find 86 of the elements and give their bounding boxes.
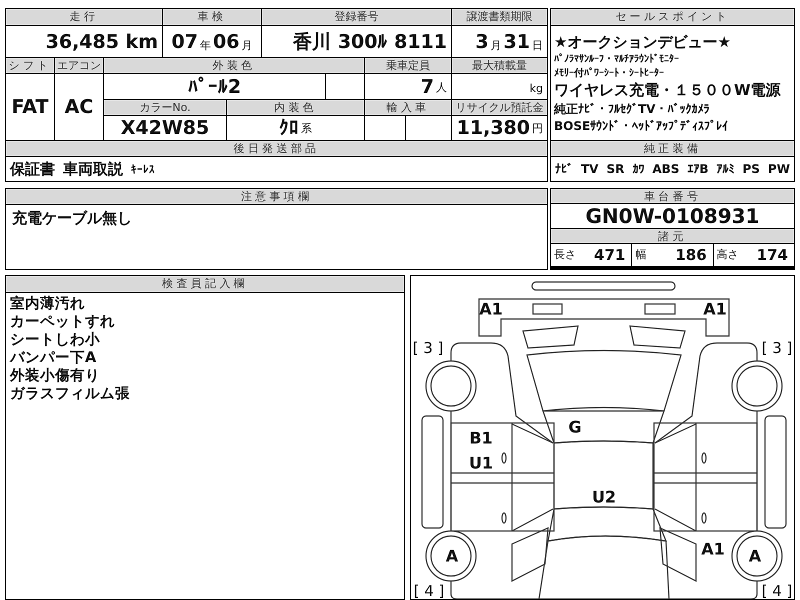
- field-label: 輸入車: [365, 100, 451, 115]
- field-label: 走行: [6, 9, 162, 25]
- field-label: 内装色: [227, 100, 364, 115]
- unit-label: 日: [532, 38, 543, 54]
- sales-point-line: BOSEｻｳﾝﾄﾞ・ﾍｯﾄﾞｱｯﾌﾟﾃﾞｨｽﾌﾟﾚｲ: [554, 119, 730, 133]
- field-value: 香川 300ﾙ 8111: [293, 30, 447, 54]
- field-label: カラーNo.: [104, 100, 226, 115]
- spec-label: 幅: [635, 248, 646, 262]
- equipment-item: TV: [580, 162, 598, 176]
- field-label: 乗車定員: [365, 58, 451, 73]
- sales-point-line: ﾊﾟﾉﾗﾏｻﾝﾙｰﾌ・ﾏﾙﾁｱﾗｳﾝﾄﾞﾓﾆﾀｰ: [554, 53, 680, 65]
- field-value: 06: [213, 30, 240, 52]
- unit-label: 人: [436, 80, 447, 96]
- chassis-number: GN0W-0108931: [586, 204, 760, 228]
- field-label: シフト: [6, 58, 54, 73]
- unit-label: 円: [532, 121, 543, 137]
- unit-label: 月: [241, 38, 252, 54]
- equipment-item: SR: [606, 162, 624, 176]
- field-label: リサイクル預託金: [452, 100, 547, 115]
- spec-label: 長さ: [554, 248, 576, 262]
- field-label: 外装色: [104, 58, 364, 73]
- follow-up-item: ｷｰﾚｽ: [131, 162, 155, 176]
- field-value: AC: [64, 96, 94, 118]
- section-header: 純正装備: [551, 141, 794, 156]
- field-value: ﾊﾟｰﾙ2: [188, 76, 242, 98]
- damage-mark: A: [748, 546, 762, 566]
- field-value: 11,380: [456, 117, 530, 139]
- equipment-item: ﾅﾋﾞ: [555, 162, 573, 176]
- section-header: セールスポイント: [551, 9, 794, 25]
- inspector-note: カーペットすれ: [10, 313, 115, 331]
- unit-label: 年: [200, 38, 211, 54]
- field-value: 7: [420, 76, 434, 98]
- section-header: 検査員記入欄: [6, 276, 404, 292]
- damage-mark: A: [446, 546, 458, 566]
- equipment-item: ｶﾜ: [632, 162, 644, 176]
- sales-point-line: ﾒﾓﾘｰ付ﾊﾟﾜｰｼｰﾄ・ｼｰﾄﾋｰﾀｰ: [554, 66, 665, 80]
- damage-mark: U1: [468, 453, 494, 472]
- equipment-item: ｴｱB: [687, 162, 709, 176]
- sales-point-line: ワイヤレス充電・１５００W電源: [554, 81, 782, 100]
- field-label: 車検: [163, 9, 261, 25]
- damage-mark: [ 4 ]: [414, 582, 444, 599]
- spec-label: 高さ: [716, 248, 739, 262]
- equipment-item: PW: [768, 162, 790, 176]
- field-value: 31: [504, 30, 530, 52]
- field-value: ｸﾛ: [279, 117, 299, 139]
- section-header: 注意事項欄: [6, 189, 547, 204]
- damage-mark: [ 3 ]: [412, 339, 444, 358]
- unit-label: 系: [301, 121, 312, 137]
- spec-value: 186: [675, 246, 707, 264]
- damage-mark: A1: [479, 299, 503, 318]
- spec-value: 471: [594, 246, 626, 264]
- section-header: 諸元: [551, 229, 794, 243]
- field-value: X42W85: [120, 117, 210, 139]
- field-label: 譲渡書類期限: [452, 9, 547, 25]
- damage-mark: G: [568, 417, 582, 436]
- sales-point-line: 純正ﾅﾋﾞ・ﾌﾙｾｸﾞTV・ﾊﾞｯｸｶﾒﾗ: [554, 101, 710, 118]
- damage-mark: B1: [469, 428, 493, 448]
- field-label: エアコン: [55, 58, 103, 73]
- field-value: 36,485 km: [46, 30, 158, 52]
- damage-mark: U2: [592, 487, 616, 506]
- field-label: 最大積載量: [452, 58, 547, 73]
- inspector-note: ガラスフィルム張: [10, 385, 130, 403]
- equipment-item: ｱﾙﾐ: [716, 162, 735, 176]
- spec-value: 174: [756, 246, 788, 264]
- inspector-note: 外装小傷有り: [10, 367, 100, 385]
- note-text: 充電ケーブル無し: [12, 209, 132, 227]
- field-value: 3: [475, 30, 489, 52]
- section-header: 車台番号: [551, 189, 794, 203]
- field-label: 登録番号: [262, 9, 451, 25]
- sales-point-line: ★オークションデビュー★: [554, 33, 732, 52]
- inspector-note: シートしわ小: [10, 331, 100, 349]
- unit-label: 月: [490, 38, 502, 54]
- unit-label: kg: [530, 82, 543, 97]
- damage-mark: [ 4 ]: [762, 582, 792, 599]
- field-value: FAT: [12, 96, 48, 118]
- inspector-note: バンパー下A: [10, 349, 96, 367]
- field-value: 07: [172, 30, 198, 52]
- section-header: 後日発送部品: [6, 141, 547, 156]
- equipment-item: ABS: [652, 162, 680, 176]
- follow-up-item: 車両取説: [63, 160, 123, 178]
- equipment-item: PS: [742, 162, 760, 176]
- follow-up-item: 保証書: [10, 160, 55, 178]
- damage-mark: A1: [701, 539, 725, 558]
- damage-mark: [ 3 ]: [762, 339, 792, 358]
- damage-mark: A1: [703, 299, 727, 318]
- inspector-note: 室内薄汚れ: [10, 295, 85, 313]
